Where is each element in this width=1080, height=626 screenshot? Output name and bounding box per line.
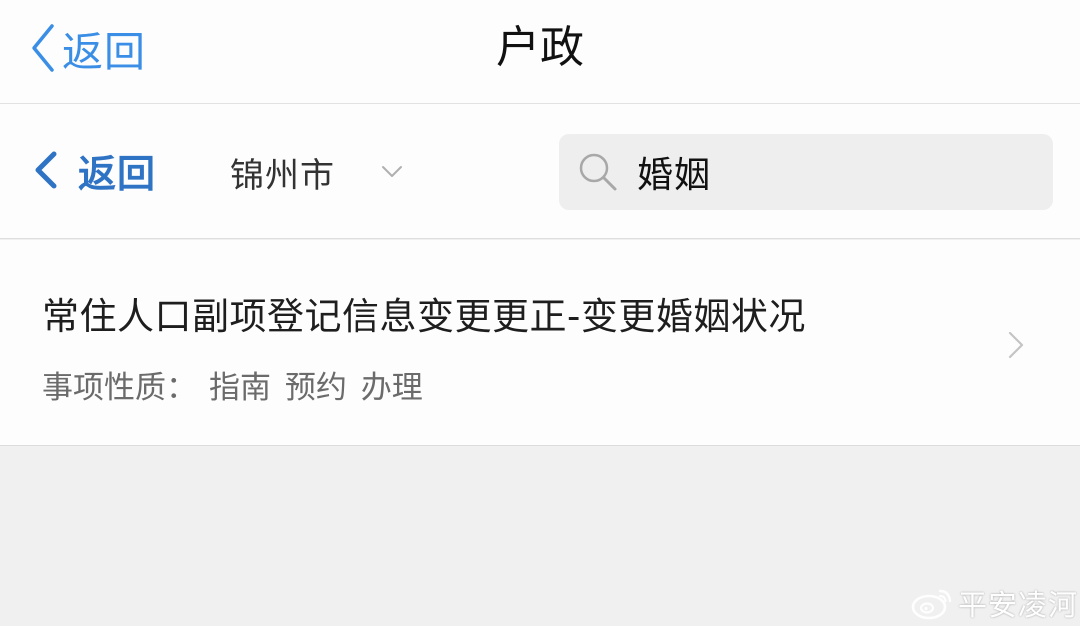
- search-input[interactable]: 婚姻: [559, 134, 1053, 210]
- watermark: 平安凌河: [910, 582, 1078, 624]
- chevron-left-icon: [35, 151, 57, 189]
- result-meta-label: 事项性质：: [42, 370, 197, 406]
- weibo-logo: [911, 589, 952, 620]
- city-dropdown[interactable]: 锦州市: [230, 144, 403, 200]
- chevron-down-icon: [382, 166, 402, 177]
- watermark-text: 平安凌河: [958, 588, 1079, 622]
- search-icon: [579, 153, 617, 191]
- chevron-left-icon: [32, 24, 54, 72]
- navigation-bar: [0, 0, 1080, 104]
- nav-back-label: 返回: [62, 28, 146, 76]
- chevron-right-icon: [1008, 331, 1024, 359]
- nav-back-button[interactable]: 返回: [30, 18, 146, 78]
- city-label: 锦州市: [230, 155, 335, 196]
- list-item[interactable]: 常住人口副项登记信息变更更正-变更婚姻状况 事项性质： 指南 预约 办理: [0, 240, 1080, 446]
- filter-back-label: 返回: [78, 151, 157, 196]
- result-meta: 事项性质： 指南 预约 办理: [42, 362, 423, 407]
- result-tags: 指南 预约 办理: [209, 370, 423, 406]
- search-query-text: 婚姻: [637, 155, 712, 196]
- filter-back-button[interactable]: 返回: [34, 140, 156, 200]
- result-title: 常住人口副项登记信息变更更正-变更婚姻状况: [42, 295, 806, 338]
